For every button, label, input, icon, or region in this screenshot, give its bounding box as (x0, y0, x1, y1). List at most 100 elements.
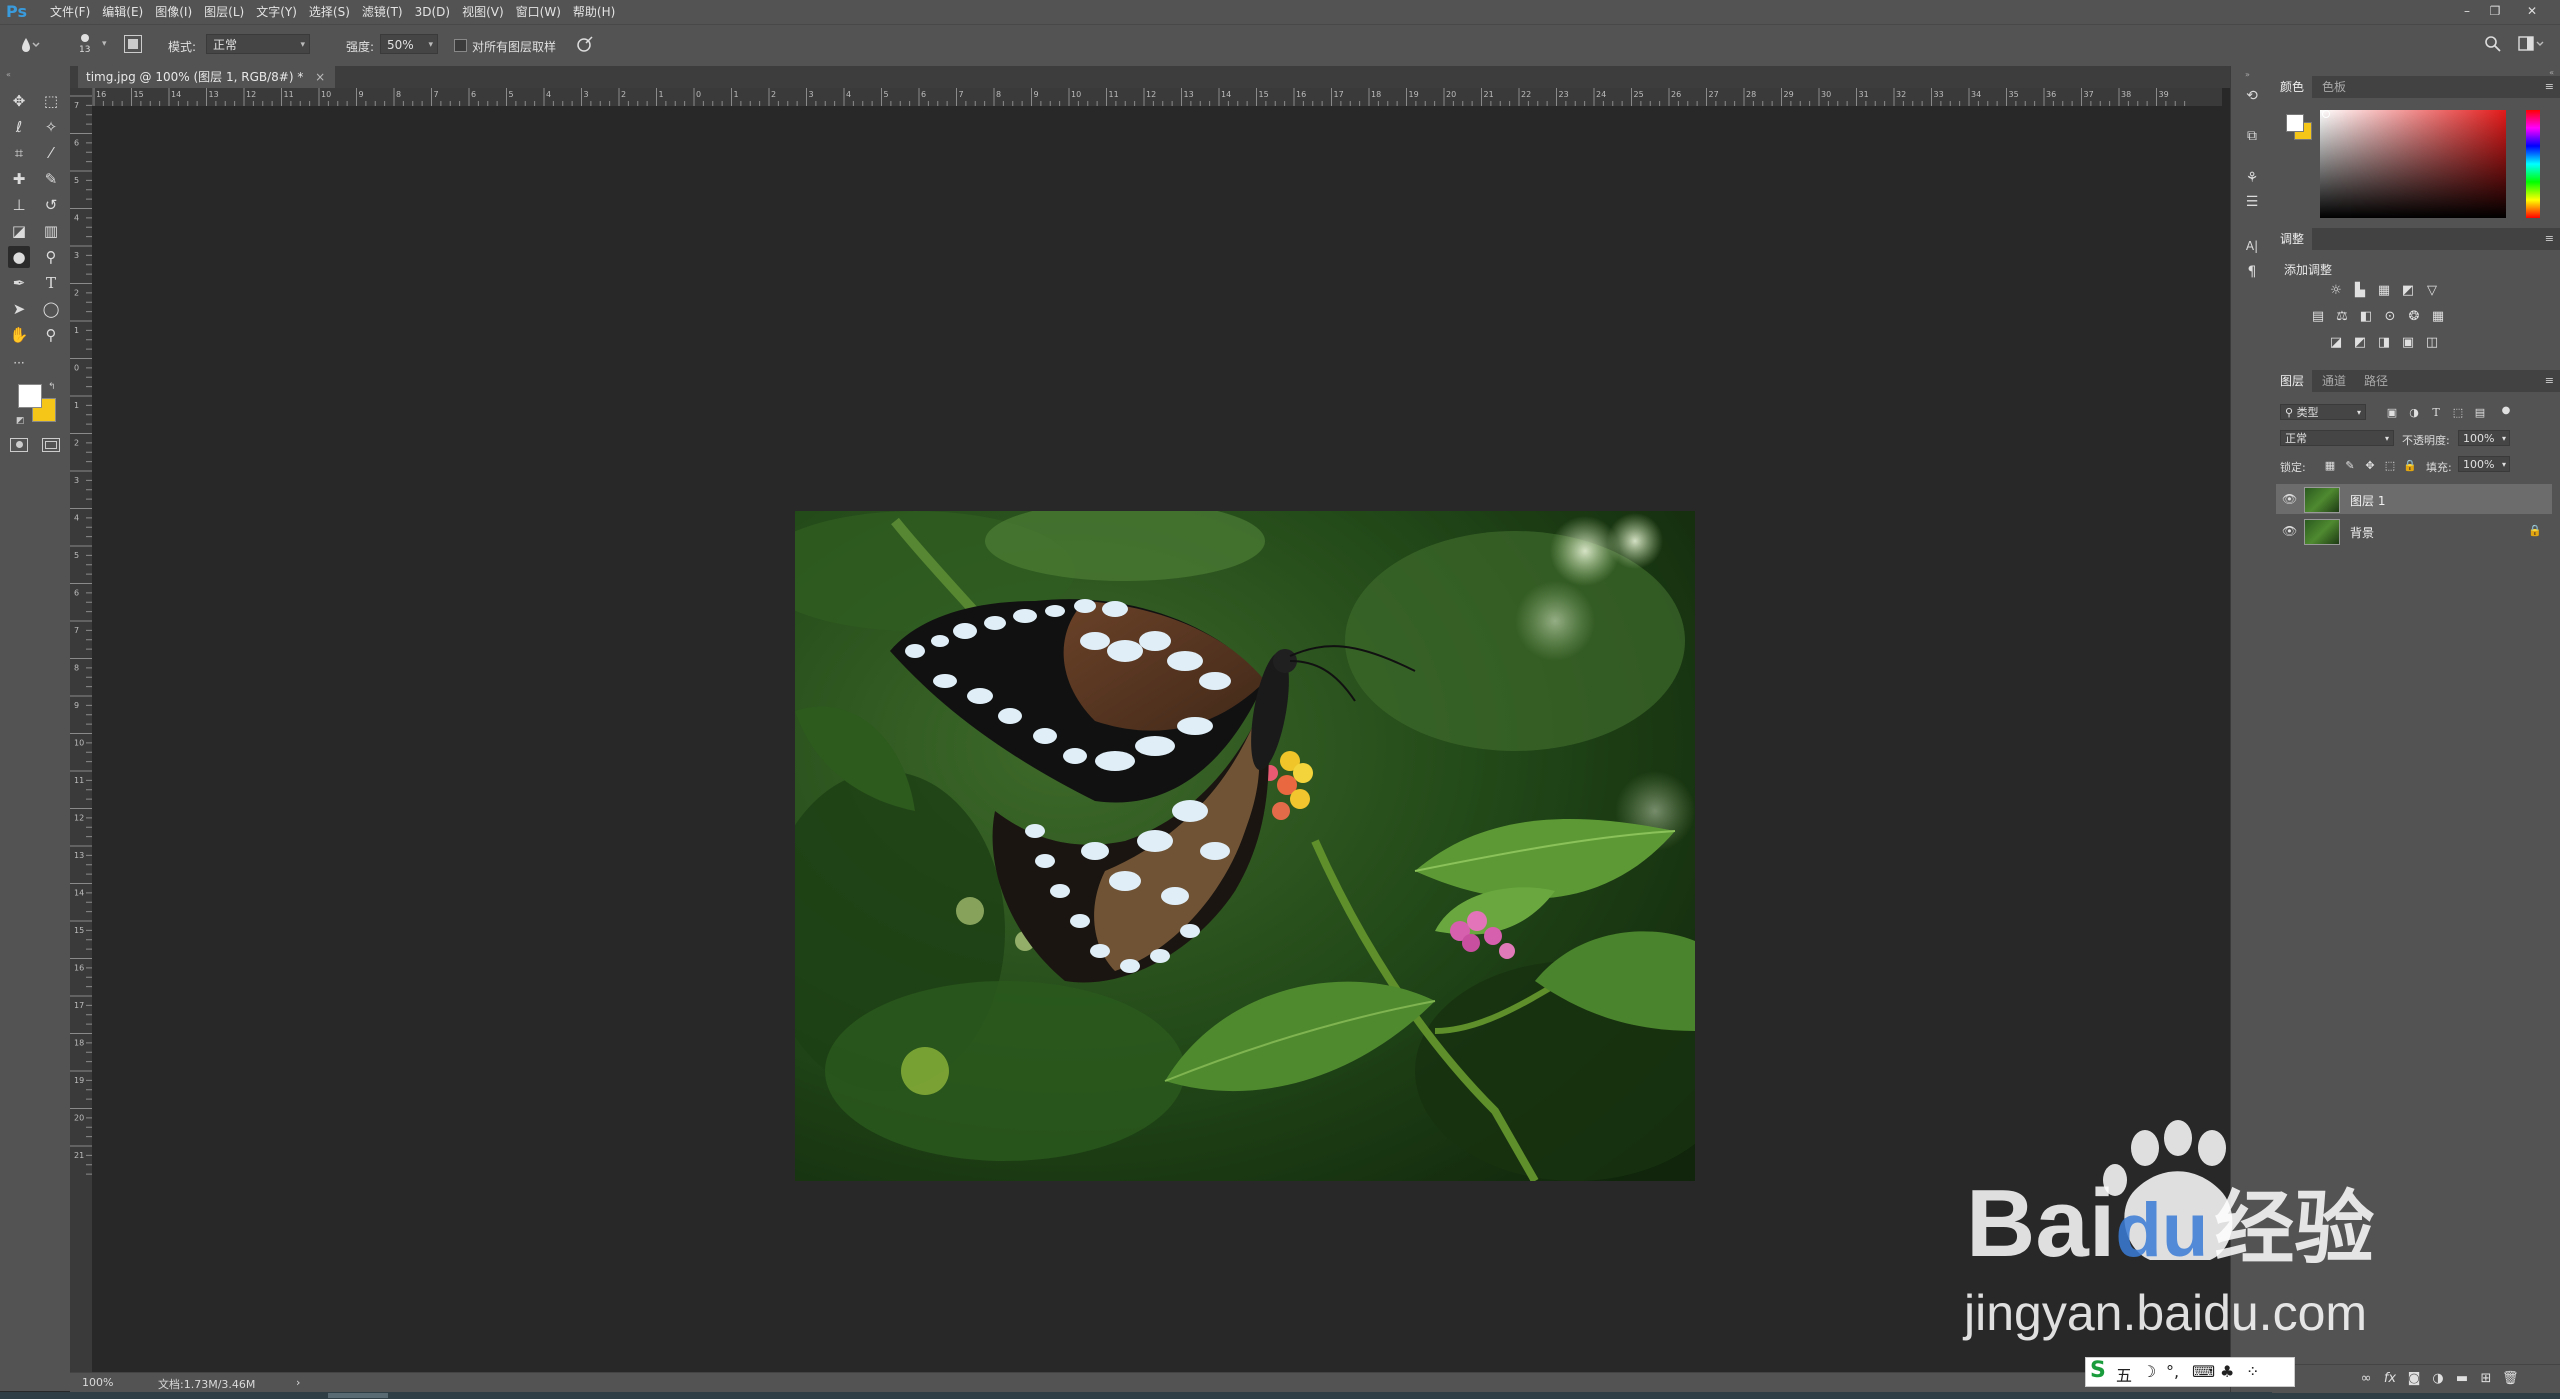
paragraph-panel-icon[interactable]: ¶ (2242, 262, 2262, 282)
invert-icon[interactable]: ◪ (2328, 336, 2344, 350)
clone-source-panel-icon[interactable]: ⧉ (2242, 126, 2262, 146)
move-tool-icon[interactable]: ✥ (8, 90, 30, 112)
eraser-tool-icon[interactable]: ◪ (8, 220, 30, 242)
healing-brush-tool-icon[interactable]: ✚ (8, 168, 30, 190)
marquee-tool-icon[interactable]: ⬚ (40, 90, 62, 112)
fx-icon[interactable]: fx (2382, 1372, 2398, 1386)
hue-saturation-icon[interactable]: ▤ (2310, 310, 2326, 324)
eye-icon[interactable]: 👁 (2282, 524, 2297, 538)
crop-tool-icon[interactable]: ⌗ (8, 142, 30, 164)
filter-smart-object-icon[interactable]: ▤ (2472, 406, 2488, 420)
restore-button[interactable]: ❐ (2483, 0, 2507, 22)
close-tab-icon[interactable]: × (315, 70, 325, 84)
blur-tool-icon[interactable]: ● (8, 246, 30, 268)
document-image[interactable] (795, 511, 1695, 1181)
history-brush-tool-icon[interactable]: ↺ (40, 194, 62, 216)
workspace-icon[interactable] (2518, 36, 2544, 55)
vibrance-icon[interactable]: ▽ (2424, 284, 2440, 298)
opacity-field[interactable]: 100% ▾ (2458, 430, 2510, 446)
selective-color-icon[interactable]: ◫ (2424, 336, 2440, 350)
ime-wubi-mode[interactable]: 五 (2116, 1362, 2132, 1386)
link-icon[interactable]: ∞ (2358, 1372, 2374, 1386)
trash-icon[interactable]: 🗑 (2502, 1372, 2519, 1386)
blur-tool-preset-icon[interactable] (18, 37, 40, 56)
tab-channels[interactable]: 通道 (2314, 370, 2354, 392)
panel-menu-icon[interactable]: ≡ (2545, 232, 2554, 245)
filter-type-icon[interactable]: T (2428, 406, 2444, 420)
menu-window[interactable]: 窗口(W) (510, 0, 567, 24)
brush-size-picker[interactable]: 13 ▾ (74, 31, 107, 61)
pen-tool-icon[interactable]: ✒ (8, 272, 30, 294)
magic-wand-tool-icon[interactable]: ✧ (40, 116, 62, 138)
layer-filter-select[interactable]: ⚲ 类型 ▾ (2280, 404, 2366, 420)
pressure-icon[interactable] (576, 35, 594, 56)
sogou-logo-icon[interactable]: S (2090, 1358, 2106, 1383)
curves-icon[interactable]: ▦ (2376, 284, 2392, 298)
properties-panel-icon[interactable]: ☰ (2242, 192, 2262, 212)
layer-row[interactable]: 👁 背景 🔒 (2276, 516, 2552, 546)
menu-help[interactable]: 帮助(H) (567, 0, 621, 24)
sample-all-layers-checkbox[interactable] (454, 39, 467, 52)
tab-layers[interactable]: 图层 (2272, 370, 2313, 392)
lock-artboard-icon[interactable]: ⬚ (2382, 459, 2398, 473)
menu-image[interactable]: 图像(I) (149, 0, 198, 24)
menu-select[interactable]: 选择(S) (303, 0, 356, 24)
new-layer-icon[interactable]: ⊞ (2478, 1372, 2494, 1386)
expand-dock-icon[interactable]: » (2245, 70, 2250, 79)
horizontal-scrollbar[interactable] (0, 1392, 2560, 1399)
character-panel-icon[interactable]: A| (2242, 236, 2262, 256)
gradient-map-icon[interactable]: ▣ (2400, 336, 2416, 350)
close-window-button[interactable]: ✕ (2520, 0, 2544, 22)
color-lookup-icon[interactable]: ▦ (2430, 310, 2446, 324)
menu-3d[interactable]: 3D(D) (409, 0, 456, 24)
document-tab[interactable]: timg.jpg @ 100% (图层 1, RGB/8#) * × (78, 66, 336, 88)
brush-presets-panel-icon[interactable]: ⚘ (2242, 168, 2262, 188)
ime-user-icon[interactable]: ♣ (2220, 1362, 2234, 1381)
keyboard-icon[interactable]: ⌨ (2192, 1362, 2215, 1381)
default-colors-icon[interactable]: ◩ (16, 416, 25, 426)
more-tools-icon[interactable]: ··· (8, 352, 30, 374)
lock-image-icon[interactable]: ✎ (2342, 459, 2358, 473)
quick-mask-icon[interactable] (10, 438, 28, 452)
zoom-level[interactable]: 100% (82, 1376, 113, 1389)
type-tool-icon[interactable]: T (40, 272, 62, 294)
brush-tool-icon[interactable]: ✎ (40, 168, 62, 190)
gradient-tool-icon[interactable]: ▥ (40, 220, 62, 242)
filter-shape-icon[interactable]: ⬚ (2450, 406, 2466, 420)
scrollbar-thumb[interactable] (328, 1393, 388, 1398)
path-selection-tool-icon[interactable]: ➤ (8, 298, 30, 320)
panel-menu-icon[interactable]: ≡ (2545, 374, 2554, 387)
hand-tool-icon[interactable]: ✋ (8, 324, 30, 346)
channel-mixer-icon[interactable]: ❂ (2406, 310, 2422, 324)
threshold-icon[interactable]: ◨ (2376, 336, 2392, 350)
strength-field[interactable]: 50% ▾ (380, 34, 438, 54)
blend-mode-select[interactable]: 正常 ▾ (2280, 430, 2394, 446)
adjustment-icon[interactable]: ◑ (2430, 1372, 2446, 1386)
foreground-color-swatch[interactable] (18, 384, 42, 408)
filter-toggle-icon[interactable]: ● (2498, 404, 2514, 418)
lock-all-icon[interactable]: 🔒 (2402, 459, 2418, 473)
tab-adjustments[interactable]: 调整 (2272, 228, 2313, 250)
status-menu-arrow-icon[interactable]: › (296, 1376, 300, 1389)
collapse-toolbar-icon[interactable]: « (6, 70, 11, 79)
mask-icon[interactable]: ◙ (2406, 1372, 2422, 1386)
exposure-icon[interactable]: ◩ (2400, 284, 2416, 298)
mode-select[interactable]: 正常 ▾ (206, 34, 310, 54)
hue-slider[interactable] (2526, 110, 2540, 218)
minimize-button[interactable]: – (2455, 0, 2479, 22)
menu-type[interactable]: 文字(Y) (250, 0, 303, 24)
menu-edit[interactable]: 编辑(E) (96, 0, 149, 24)
clone-stamp-tool-icon[interactable]: ⊥ (8, 194, 30, 216)
eyedropper-tool-icon[interactable]: ⁄ (40, 142, 62, 164)
dodge-tool-icon[interactable]: ⚲ (40, 246, 62, 268)
menu-view[interactable]: 视图(V) (456, 0, 510, 24)
lasso-tool-icon[interactable]: ℓ (8, 116, 30, 138)
color-fg-swatch[interactable] (2286, 114, 2304, 132)
menu-file[interactable]: 文件(F) (44, 0, 96, 24)
ellipse-tool-icon[interactable]: ◯ (40, 298, 62, 320)
group-icon[interactable]: ▬ (2454, 1372, 2470, 1386)
canvas-area[interactable] (92, 106, 2222, 1372)
brush-panel-toggle-icon[interactable] (124, 35, 142, 53)
eye-icon[interactable]: 👁 (2282, 492, 2297, 506)
tab-swatches[interactable]: 色板 (2314, 76, 2354, 98)
